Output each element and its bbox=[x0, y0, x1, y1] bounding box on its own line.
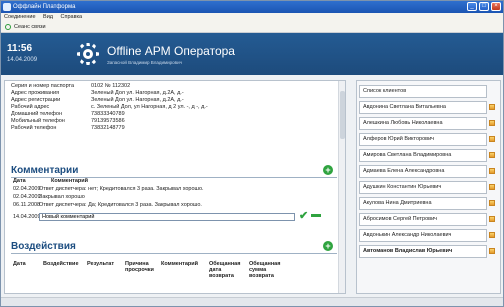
client-list-item[interactable]: Авдонькин Александр Николаевич bbox=[359, 229, 487, 242]
contact-label: Адрес проживания bbox=[11, 90, 60, 96]
comment-row: 02.04.2009 Ответ диспетчера: нет; Кредито… bbox=[13, 185, 313, 193]
comments-col-date: Дата bbox=[13, 178, 26, 184]
comments-header-row: Дата Комментарий bbox=[13, 177, 313, 185]
contact-label: Адрес регистрации bbox=[11, 97, 61, 103]
clock-time: 11:56 bbox=[7, 43, 33, 54]
menu-view[interactable]: Вид bbox=[43, 14, 53, 20]
client-list-item[interactable]: Алферов Юрий Викторович bbox=[359, 133, 487, 146]
new-comment-input[interactable] bbox=[39, 213, 295, 221]
contact-label: Мобильный телефон bbox=[11, 118, 65, 124]
menu-help[interactable]: Справка bbox=[61, 14, 83, 20]
contact-value: 0102 № 112302 bbox=[91, 83, 131, 89]
comment-date: 02.04.2009 bbox=[13, 186, 41, 192]
comments-col-comment: Комментарий bbox=[51, 178, 89, 184]
comment-text: Ответ диспетчера: нет; Кредитовался 3 ра… bbox=[39, 186, 204, 192]
comment-row: 02.04.2009 Закрывал хорошо bbox=[13, 193, 313, 201]
contact-row: Мобильный телефон 79139573586 bbox=[11, 118, 331, 125]
comment-text: Закрывал хорошо bbox=[39, 194, 85, 200]
sync-button[interactable]: Сеанс связи bbox=[5, 23, 46, 30]
client-list-item[interactable]: Абросимов Сергей Петрович bbox=[359, 213, 487, 226]
client-flag-icon[interactable] bbox=[489, 184, 495, 190]
window-title: Оффлайн Платформа bbox=[13, 4, 76, 10]
comments-table: Дата Комментарий 02.04.2009 Ответ диспетч… bbox=[13, 177, 313, 209]
comment-text: Ответ диспетчера: Да; Кредитовался 3 раз… bbox=[39, 202, 202, 208]
actions-title: Воздействия bbox=[11, 241, 76, 252]
contact-row: Рабочий телефон 73832148779 bbox=[11, 125, 331, 132]
save-comment-icon[interactable]: ✔ bbox=[299, 209, 308, 222]
maximize-button[interactable]: □ bbox=[479, 2, 489, 11]
contact-row: Рабочий адрес с. Зеленый Дол, ул Нагорная… bbox=[11, 104, 331, 111]
client-flag-icon[interactable] bbox=[489, 200, 495, 206]
actions-col-promised-sum: Обещанная сумма возврата bbox=[249, 261, 281, 279]
contact-row: Домашний телефон 73833340789 bbox=[11, 111, 331, 118]
contact-value: с. Зеленый Дол, ул Нагорная, д 2 ул. -, … bbox=[91, 104, 208, 110]
contact-label: Рабочий адрес bbox=[11, 104, 50, 110]
client-flag-icon[interactable] bbox=[489, 136, 495, 142]
contact-label: Домашний телефон bbox=[11, 111, 63, 117]
contact-info: Серия и номер паспорта 0102 № 112302 Адрес… bbox=[11, 83, 331, 132]
actions-col-date: Дата bbox=[13, 261, 26, 267]
contact-value: 73832148779 bbox=[91, 125, 125, 131]
client-flag-icon[interactable] bbox=[489, 104, 495, 110]
details-scrollbar[interactable] bbox=[338, 81, 345, 293]
app-window: Оффлайн Платформа _ □ × Соединение Вид С… bbox=[0, 0, 504, 307]
contact-value: 73833340789 bbox=[91, 111, 125, 117]
details-scroll-thumb[interactable] bbox=[340, 91, 345, 139]
menu-bar: Соединение Вид Справка bbox=[1, 13, 503, 22]
client-list-panel: Список клиентов Авдонина Светлана Виталь… bbox=[356, 80, 501, 294]
comments-title: Комментарии bbox=[11, 165, 79, 176]
client-details-panel: Серия и номер паспорта 0102 № 112302 Адрес… bbox=[4, 80, 346, 294]
comment-row: 06.11.2008 Ответ диспетчера: Да; Кредитов… bbox=[13, 201, 313, 209]
client-list-item[interactable]: Амирова Светлана Владимировна bbox=[359, 149, 487, 162]
contact-row: Адрес регистрации Зеленый Дол ул. Нагорна… bbox=[11, 97, 331, 104]
status-bar bbox=[1, 297, 503, 306]
client-list-item[interactable]: Акулова Нина Дмитриевна bbox=[359, 197, 487, 210]
menu-connection[interactable]: Соединение bbox=[4, 14, 36, 20]
contact-value: Зеленый Дол ул. Нагорная, д.2А, д.- bbox=[91, 97, 184, 103]
minimize-button[interactable]: _ bbox=[467, 2, 477, 11]
client-list-item[interactable]: Адушкин Константин Юрьевич bbox=[359, 181, 487, 194]
comment-date: 06.11.2008 bbox=[13, 202, 41, 208]
client-flag-icon[interactable] bbox=[489, 120, 495, 126]
client-list-item[interactable]: Алешкина Любовь Николаевна bbox=[359, 117, 487, 130]
comment-date: 02.04.2009 bbox=[13, 194, 41, 200]
sync-icon bbox=[5, 23, 11, 30]
client-flag-icon[interactable] bbox=[489, 168, 495, 174]
contact-label: Серия и номер паспорта bbox=[11, 83, 75, 89]
app-title: Offline АРМ Оператора bbox=[107, 44, 235, 58]
contact-value: 79139573586 bbox=[91, 118, 125, 124]
contact-label: Рабочий телефон bbox=[11, 125, 57, 131]
close-button[interactable]: × bbox=[491, 2, 501, 11]
client-list-header: Список клиентов bbox=[359, 85, 487, 98]
header-banner: 11:56 14.04.2009 Offline АРМ Оператора З… bbox=[1, 33, 503, 75]
actions-col-action: Воздействие bbox=[43, 261, 79, 267]
operator-name: Запасной Владимир Владимирович bbox=[107, 60, 182, 65]
app-icon bbox=[3, 3, 11, 11]
client-list-item[interactable]: Автоманов Владислав Юрьевич bbox=[359, 245, 487, 258]
contact-row: Адрес проживания Зеленый Дол ул. Нагорная… bbox=[11, 90, 331, 97]
new-comment-date: 14.04.2009 bbox=[13, 214, 41, 220]
clock-date: 14.04.2009 bbox=[7, 57, 38, 63]
actions-table-header: Дата Воздействие Результат Причина проср… bbox=[13, 261, 333, 279]
client-list-item[interactable]: Авдонина Светлана Витальевна bbox=[359, 101, 487, 114]
contact-value: Зеленый Дол ул. Нагорная, д.2А, д.- bbox=[91, 90, 184, 96]
add-comment-icon[interactable]: + bbox=[323, 165, 333, 175]
cancel-comment-icon[interactable] bbox=[311, 214, 321, 217]
title-bar: Оффлайн Платформа _ □ × bbox=[1, 1, 503, 13]
actions-divider bbox=[11, 253, 337, 254]
client-flag-icon[interactable] bbox=[489, 248, 495, 254]
gear-icon bbox=[77, 43, 99, 65]
actions-col-comment: Комментарий bbox=[161, 261, 199, 267]
contact-row: Серия и номер паспорта 0102 № 112302 bbox=[11, 83, 331, 90]
actions-col-result: Результат bbox=[87, 261, 115, 267]
actions-col-reason: Причина просрочки bbox=[125, 261, 154, 273]
actions-col-promised-date: Обещанная дата возврата bbox=[209, 261, 241, 279]
add-action-icon[interactable]: + bbox=[323, 241, 333, 251]
sync-label: Сеанс связи bbox=[14, 24, 46, 30]
client-flag-icon[interactable] bbox=[489, 216, 495, 222]
client-list-item[interactable]: Адмаева Елена Александровна bbox=[359, 165, 487, 178]
client-flag-icon[interactable] bbox=[489, 152, 495, 158]
toolbar: Сеанс связи bbox=[1, 22, 503, 33]
client-flag-icon[interactable] bbox=[489, 232, 495, 238]
